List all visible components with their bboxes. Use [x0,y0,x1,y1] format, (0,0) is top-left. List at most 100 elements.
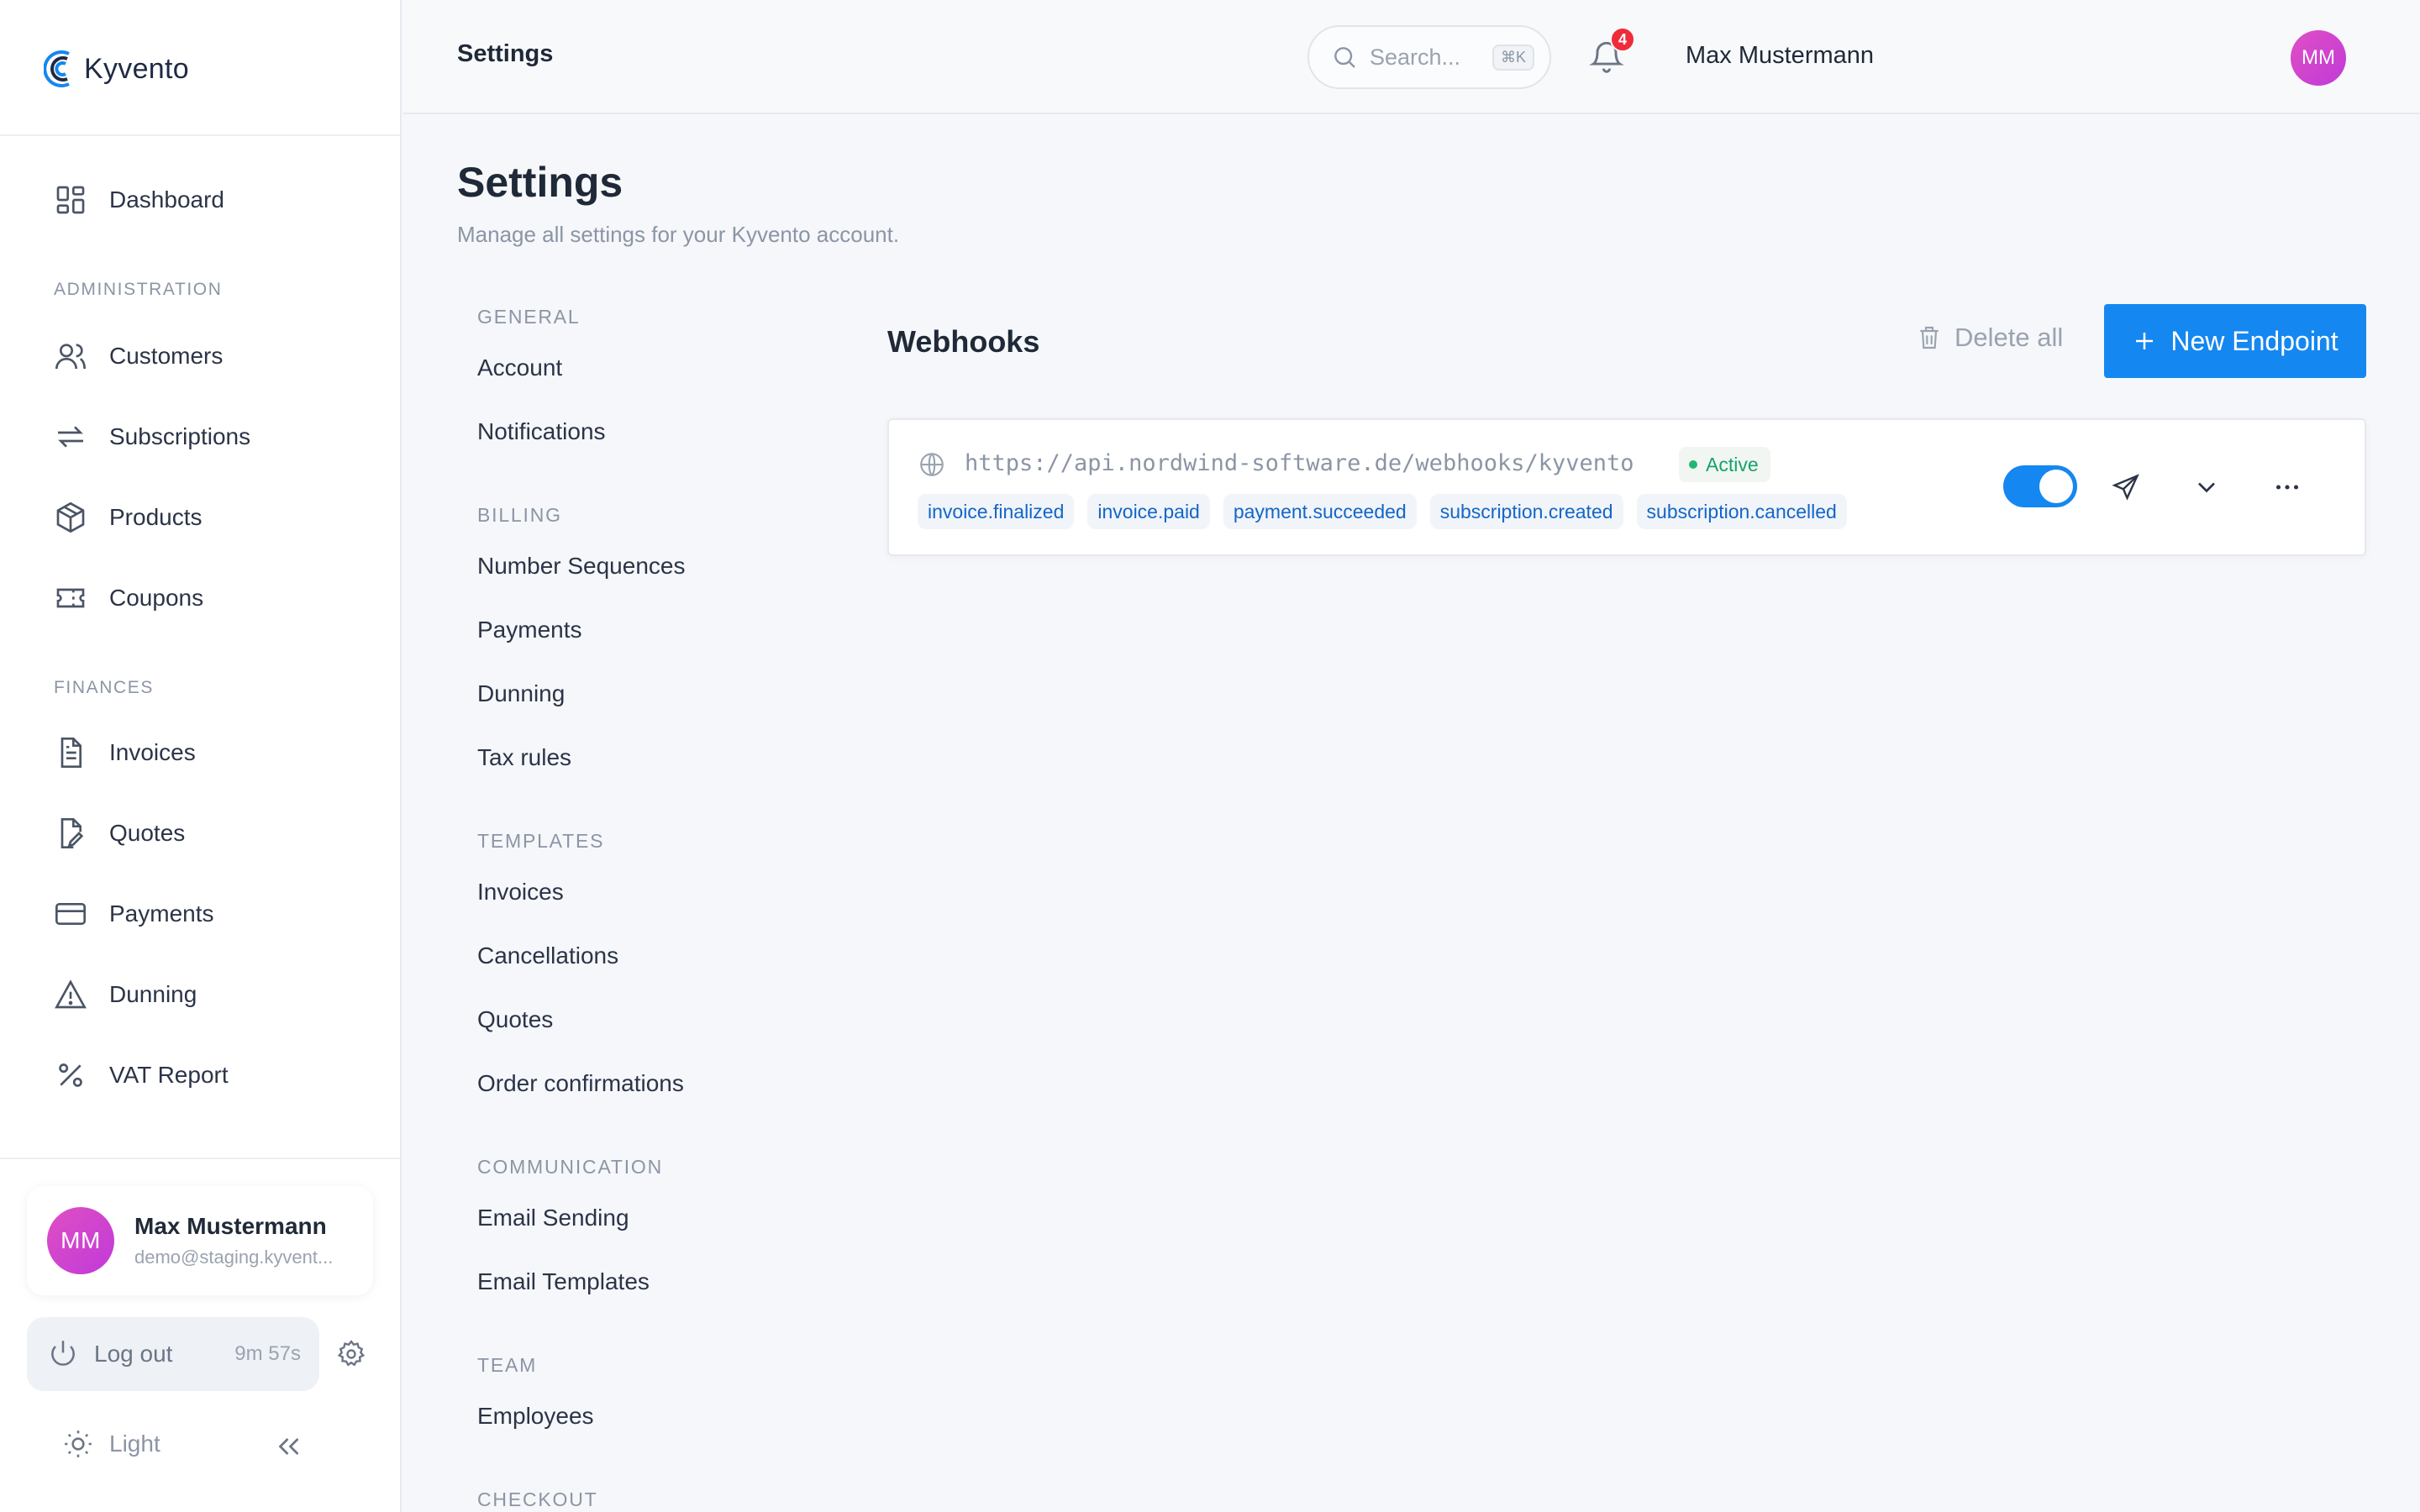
logo-text: Kyvento [84,52,189,85]
user-email: demo@staging.kyvent... [134,1247,334,1268]
gear-icon[interactable] [336,1339,366,1369]
warning-icon [55,979,87,1009]
sidebar-item-label: Dunning [109,981,197,1007]
settings-section-general: GENERAL [477,306,581,328]
sidebar-item-invoices[interactable]: Invoices [37,726,373,780]
sun-icon [65,1431,92,1457]
search-shortcut: ⌘K [1491,44,1534,71]
sidebar-item-label: Dashboard [109,186,224,213]
settings-item-quotes[interactable]: Quotes [477,1006,553,1033]
settings-item-account[interactable]: Account [477,354,562,381]
avatar: MM [47,1207,114,1274]
sidebar-item-label: Customers [109,343,224,369]
status-label: Active [1706,453,1759,475]
new-endpoint-button[interactable]: New Endpoint [2104,304,2366,378]
settings-section-templates: TEMPLATES [477,830,605,852]
settings-section-billing: BILLING [477,504,562,526]
sidebar: Kyvento Dashboard ADMINISTRATION Custome… [0,0,402,1512]
logout-button[interactable]: Log out 9m 57s [27,1317,319,1391]
settings-item-email-templates[interactable]: Email Templates [477,1268,650,1295]
users-icon [55,344,86,370]
sidebar-item-customers[interactable]: Customers [37,329,373,383]
settings-item-order-confirmations[interactable]: Order confirmations [477,1070,684,1097]
sidebar-section-finances: FINANCES [54,678,154,697]
search-input[interactable]: Search... ⌘K [1307,25,1551,89]
search-icon [1334,47,1355,68]
chevron-down-icon[interactable] [2191,472,2222,502]
repeat-icon [58,426,83,448]
event-tag: payment.succeeded [1223,494,1417,529]
status-badge: Active [1679,447,1770,482]
logout-label: Log out [94,1341,173,1367]
event-tag: subscription.cancelled [1636,494,1847,529]
settings-item-payments[interactable]: Payments [477,617,582,643]
chevrons-left-icon[interactable] [274,1431,304,1462]
notification-badge: 4 [1610,27,1635,52]
sidebar-item-label: Coupons [109,585,204,611]
topbar-title: Settings [457,40,554,67]
settings-item-employees[interactable]: Employees [477,1403,594,1430]
settings-item-email-sending[interactable]: Email Sending [477,1205,629,1231]
delete-all-button[interactable]: Delete all [1916,323,2063,353]
more-horizontal-icon[interactable] [2272,472,2302,502]
document-icon [60,738,82,768]
user-card[interactable]: MM Max Mustermann demo@staging.kyvent... [27,1186,373,1295]
event-tag: subscription.created [1429,494,1623,529]
sidebar-item-label: Products [109,504,203,530]
settings-item-tax-rules[interactable]: Tax rules [477,744,571,771]
sidebar-item-vat-report[interactable]: VAT Report [37,1048,373,1102]
settings-item-number-sequences[interactable]: Number Sequences [477,553,685,580]
document-edit-icon [60,818,84,848]
settings-section-communication: COMMUNICATION [477,1156,664,1178]
sidebar-item-label: Quotes [109,820,186,846]
webhooks-title: Webhooks [887,324,1040,359]
dashboard-icon [56,186,85,214]
endpoint-enabled-toggle[interactable] [2003,465,2077,507]
page-title: Settings [457,159,623,206]
package-icon [56,501,85,533]
event-tag: invoice.finalized [918,494,1075,529]
sidebar-item-subscriptions[interactable]: Subscriptions [37,410,373,464]
new-endpoint-label: New Endpoint [2170,325,2338,356]
settings-item-cancellations[interactable]: Cancellations [477,942,618,969]
credit-card-icon [55,903,86,925]
sidebar-item-payments[interactable]: Payments [37,887,373,941]
sidebar-divider [0,1158,400,1159]
topbar-user-name[interactable]: Max Mustermann [1686,42,1874,70]
event-tag: invoice.paid [1087,494,1210,529]
kyvento-logo-icon [44,50,70,87]
settings-section-team: TEAM [477,1354,538,1376]
page-subtitle: Manage all settings for your Kyvento acc… [457,222,900,247]
logo[interactable]: Kyvento [44,44,189,94]
percent-icon [59,1063,82,1087]
sidebar-item-dunning[interactable]: Dunning [37,968,373,1021]
settings-item-invoices[interactable]: Invoices [477,879,564,906]
theme-label: Light [109,1431,160,1457]
avatar[interactable]: MM [2291,30,2346,86]
settings-item-notifications[interactable]: Notifications [477,418,606,445]
sidebar-item-products[interactable]: Products [37,491,373,544]
search-placeholder: Search... [1370,44,1461,70]
sidebar-item-label: Payments [109,900,214,927]
event-tags: invoice.finalized invoice.paid payment.s… [918,494,1847,529]
trash-icon [1920,326,1939,349]
theme-toggle[interactable]: Light [62,1428,160,1460]
sidebar-item-dashboard[interactable]: Dashboard [37,173,373,227]
user-name: Max Mustermann [134,1213,327,1239]
settings-item-dunning[interactable]: Dunning [477,680,565,707]
sidebar-item-label: Invoices [109,739,196,765]
sidebar-item-coupons[interactable]: Coupons [37,571,373,625]
plus-icon [2136,333,2154,349]
globe-icon [920,453,944,476]
sidebar-section-administration: ADMINISTRATION [54,280,223,299]
sidebar-item-label: Subscriptions [109,423,251,449]
send-icon[interactable] [2111,472,2141,502]
sidebar-item-label: VAT Report [109,1062,229,1088]
session-timer: 9m 57s [234,1342,301,1365]
sidebar-item-quotes[interactable]: Quotes [37,806,373,860]
endpoint-url: https://api.nordwind-software.de/webhook… [965,450,1634,476]
sidebar-divider [0,134,400,136]
settings-section-checkout: CHECKOUT [477,1488,598,1510]
webhook-endpoint-card: https://api.nordwind-software.de/webhook… [887,418,2366,556]
ticket-icon [56,588,85,608]
